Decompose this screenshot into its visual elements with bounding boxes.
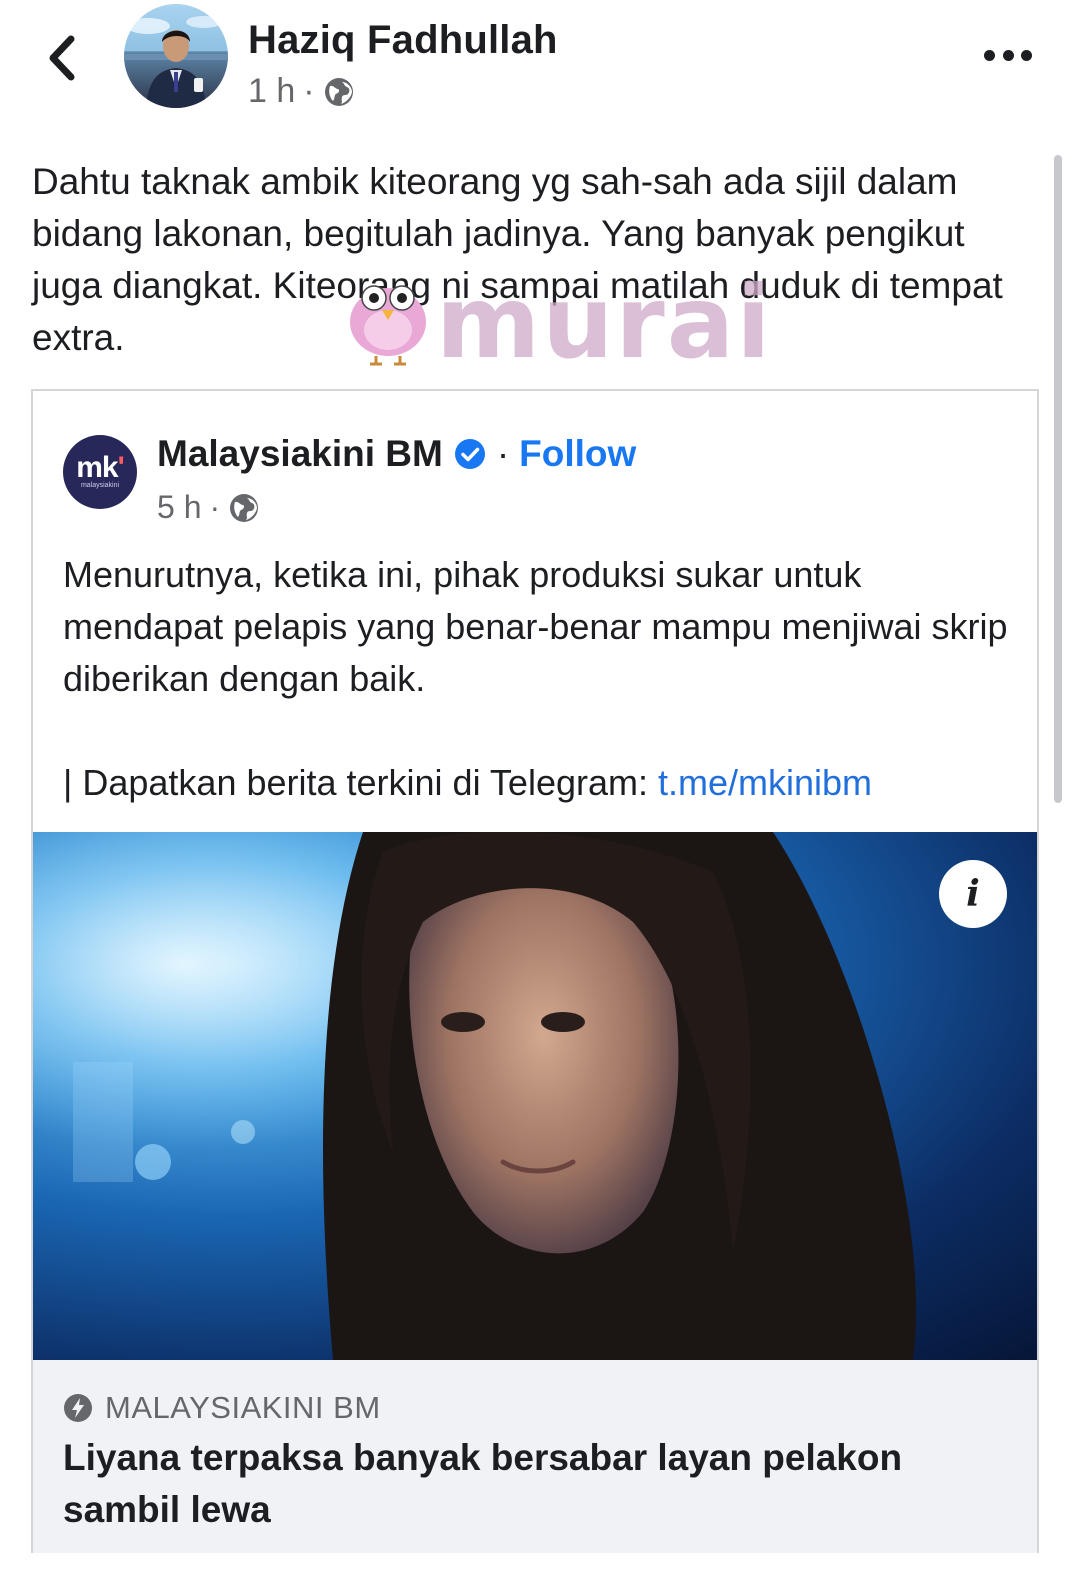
shared-page-header: Malaysiakini BM · Follow — [157, 433, 636, 475]
link-headline[interactable]: Liyana terpaksa banyak bersabar layan pe… — [63, 1432, 1003, 1536]
article-photo[interactable]: i — [33, 832, 1037, 1360]
meta-separator: · — [303, 72, 315, 110]
avatar-person — [124, 16, 228, 108]
photo-illustration — [33, 832, 1037, 1360]
author-name[interactable]: Haziq Fadhullah — [248, 18, 558, 63]
post-time[interactable]: 1 h — [248, 72, 295, 111]
more-options-button[interactable] — [984, 40, 1032, 70]
shared-page-name[interactable]: Malaysiakini BM — [157, 433, 443, 475]
globe-icon — [230, 493, 259, 522]
post-header: Haziq Fadhullah 1 h · — [0, 0, 1080, 130]
telegram-prefix: | Dapatkan berita terkini di Telegram: — [63, 762, 658, 803]
page-avatar[interactable]: mk' malaysiakini — [63, 435, 137, 509]
page-logo-mark: mk' — [76, 451, 125, 484]
verified-badge-icon — [454, 439, 485, 469]
back-button[interactable] — [40, 30, 84, 86]
telegram-link[interactable]: t.me/mkinibm — [658, 762, 872, 803]
chevron-left-icon — [49, 35, 75, 81]
more-dot — [984, 49, 995, 61]
shared-post-text: Menurutnya, ketika ini, pihak produksi s… — [63, 549, 1013, 809]
telegram-line: | Dapatkan berita terkini di Telegram: t… — [63, 757, 1013, 809]
follow-button[interactable]: Follow — [519, 433, 636, 475]
scrollbar-thumb[interactable] — [1054, 155, 1062, 803]
shared-paragraph: Menurutnya, ketika ini, pihak produksi s… — [63, 554, 1008, 699]
link-source-name: MALAYSIAKINI BM — [105, 1390, 381, 1425]
more-dot — [1002, 49, 1014, 61]
globe-icon — [324, 77, 353, 106]
shared-post-card[interactable]: mk' malaysiakini Malaysiakini BM · Follo… — [31, 389, 1039, 1553]
lightning-bolt-icon — [64, 1394, 92, 1422]
link-source: MALAYSIAKINI BM — [63, 1390, 381, 1426]
shared-post-meta: 5 h · — [157, 489, 260, 526]
info-icon[interactable]: i — [939, 860, 1007, 928]
shared-post-time[interactable]: 5 h — [157, 489, 201, 526]
link-preview-footer[interactable]: MALAYSIAKINI BM Liyana terpaksa banyak b… — [33, 1360, 1037, 1553]
post-meta: 1 h · — [248, 72, 355, 111]
more-dot — [1021, 49, 1032, 61]
follow-separator: · — [496, 433, 510, 474]
page-logo-subtext: malaysiakini — [80, 482, 120, 489]
post-body-text: Dahtu taknak ambik kiteorang yg sah-sah … — [32, 161, 1003, 358]
shared-meta-separator: · — [209, 489, 221, 525]
author-avatar[interactable] — [124, 4, 228, 108]
